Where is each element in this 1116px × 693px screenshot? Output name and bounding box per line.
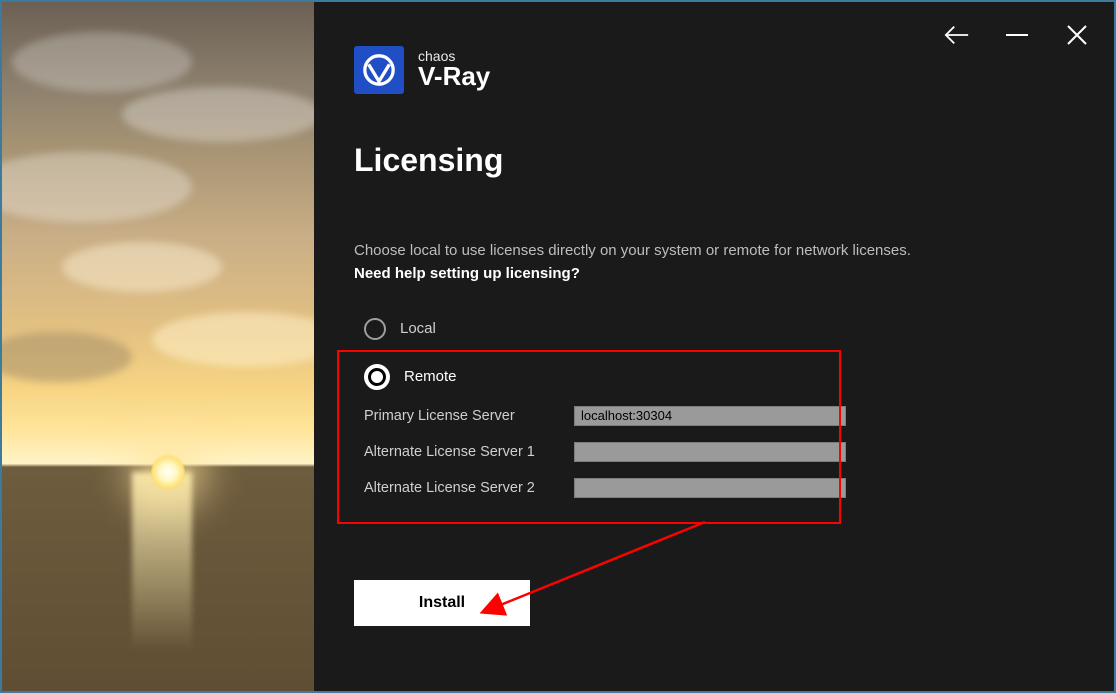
alt1-server-label: Alternate License Server 1: [364, 444, 552, 460]
alt2-server-row: Alternate License Server 2: [364, 478, 1114, 498]
alt1-server-input[interactable]: [574, 442, 846, 462]
side-image: [2, 2, 314, 691]
radio-local-label: Local: [400, 320, 436, 337]
radio-icon-selected: [364, 364, 390, 390]
radio-remote[interactable]: Remote: [364, 364, 1114, 390]
radio-local[interactable]: Local: [364, 318, 1114, 340]
page-title: Licensing: [354, 142, 1114, 179]
radio-remote-label: Remote: [404, 368, 457, 385]
brand-logo-mark: [354, 46, 404, 94]
radio-icon: [364, 318, 386, 340]
install-button[interactable]: Install: [354, 580, 530, 626]
brand-big: V-Ray: [418, 63, 490, 90]
primary-server-label: Primary License Server: [364, 408, 552, 424]
primary-server-row: Primary License Server: [364, 406, 1114, 426]
primary-server-input[interactable]: [574, 406, 846, 426]
close-button[interactable]: [1064, 22, 1090, 48]
minimize-button[interactable]: [1004, 22, 1030, 48]
brand-logo-text: chaos V-Ray: [418, 49, 490, 90]
vray-icon: [362, 53, 396, 87]
window-controls: [944, 22, 1090, 48]
close-icon: [1066, 24, 1088, 46]
minimize-icon: [1006, 34, 1028, 36]
help-link[interactable]: Need help setting up licensing?: [354, 262, 1114, 285]
help-description: Choose local to use licenses directly on…: [354, 242, 911, 259]
alt2-server-label: Alternate License Server 2: [364, 480, 552, 496]
install-button-label: Install: [419, 594, 465, 612]
help-block: Choose local to use licenses directly on…: [354, 239, 1114, 286]
back-button[interactable]: [944, 22, 970, 48]
alt1-server-row: Alternate License Server 1: [364, 442, 1114, 462]
alt2-server-input[interactable]: [574, 478, 846, 498]
arrow-left-icon: [944, 23, 970, 47]
content-pane: chaos V-Ray Licensing Choose local to us…: [314, 2, 1114, 691]
installer-window: chaos V-Ray Licensing Choose local to us…: [0, 0, 1116, 693]
brand-logo: chaos V-Ray: [354, 46, 1114, 94]
